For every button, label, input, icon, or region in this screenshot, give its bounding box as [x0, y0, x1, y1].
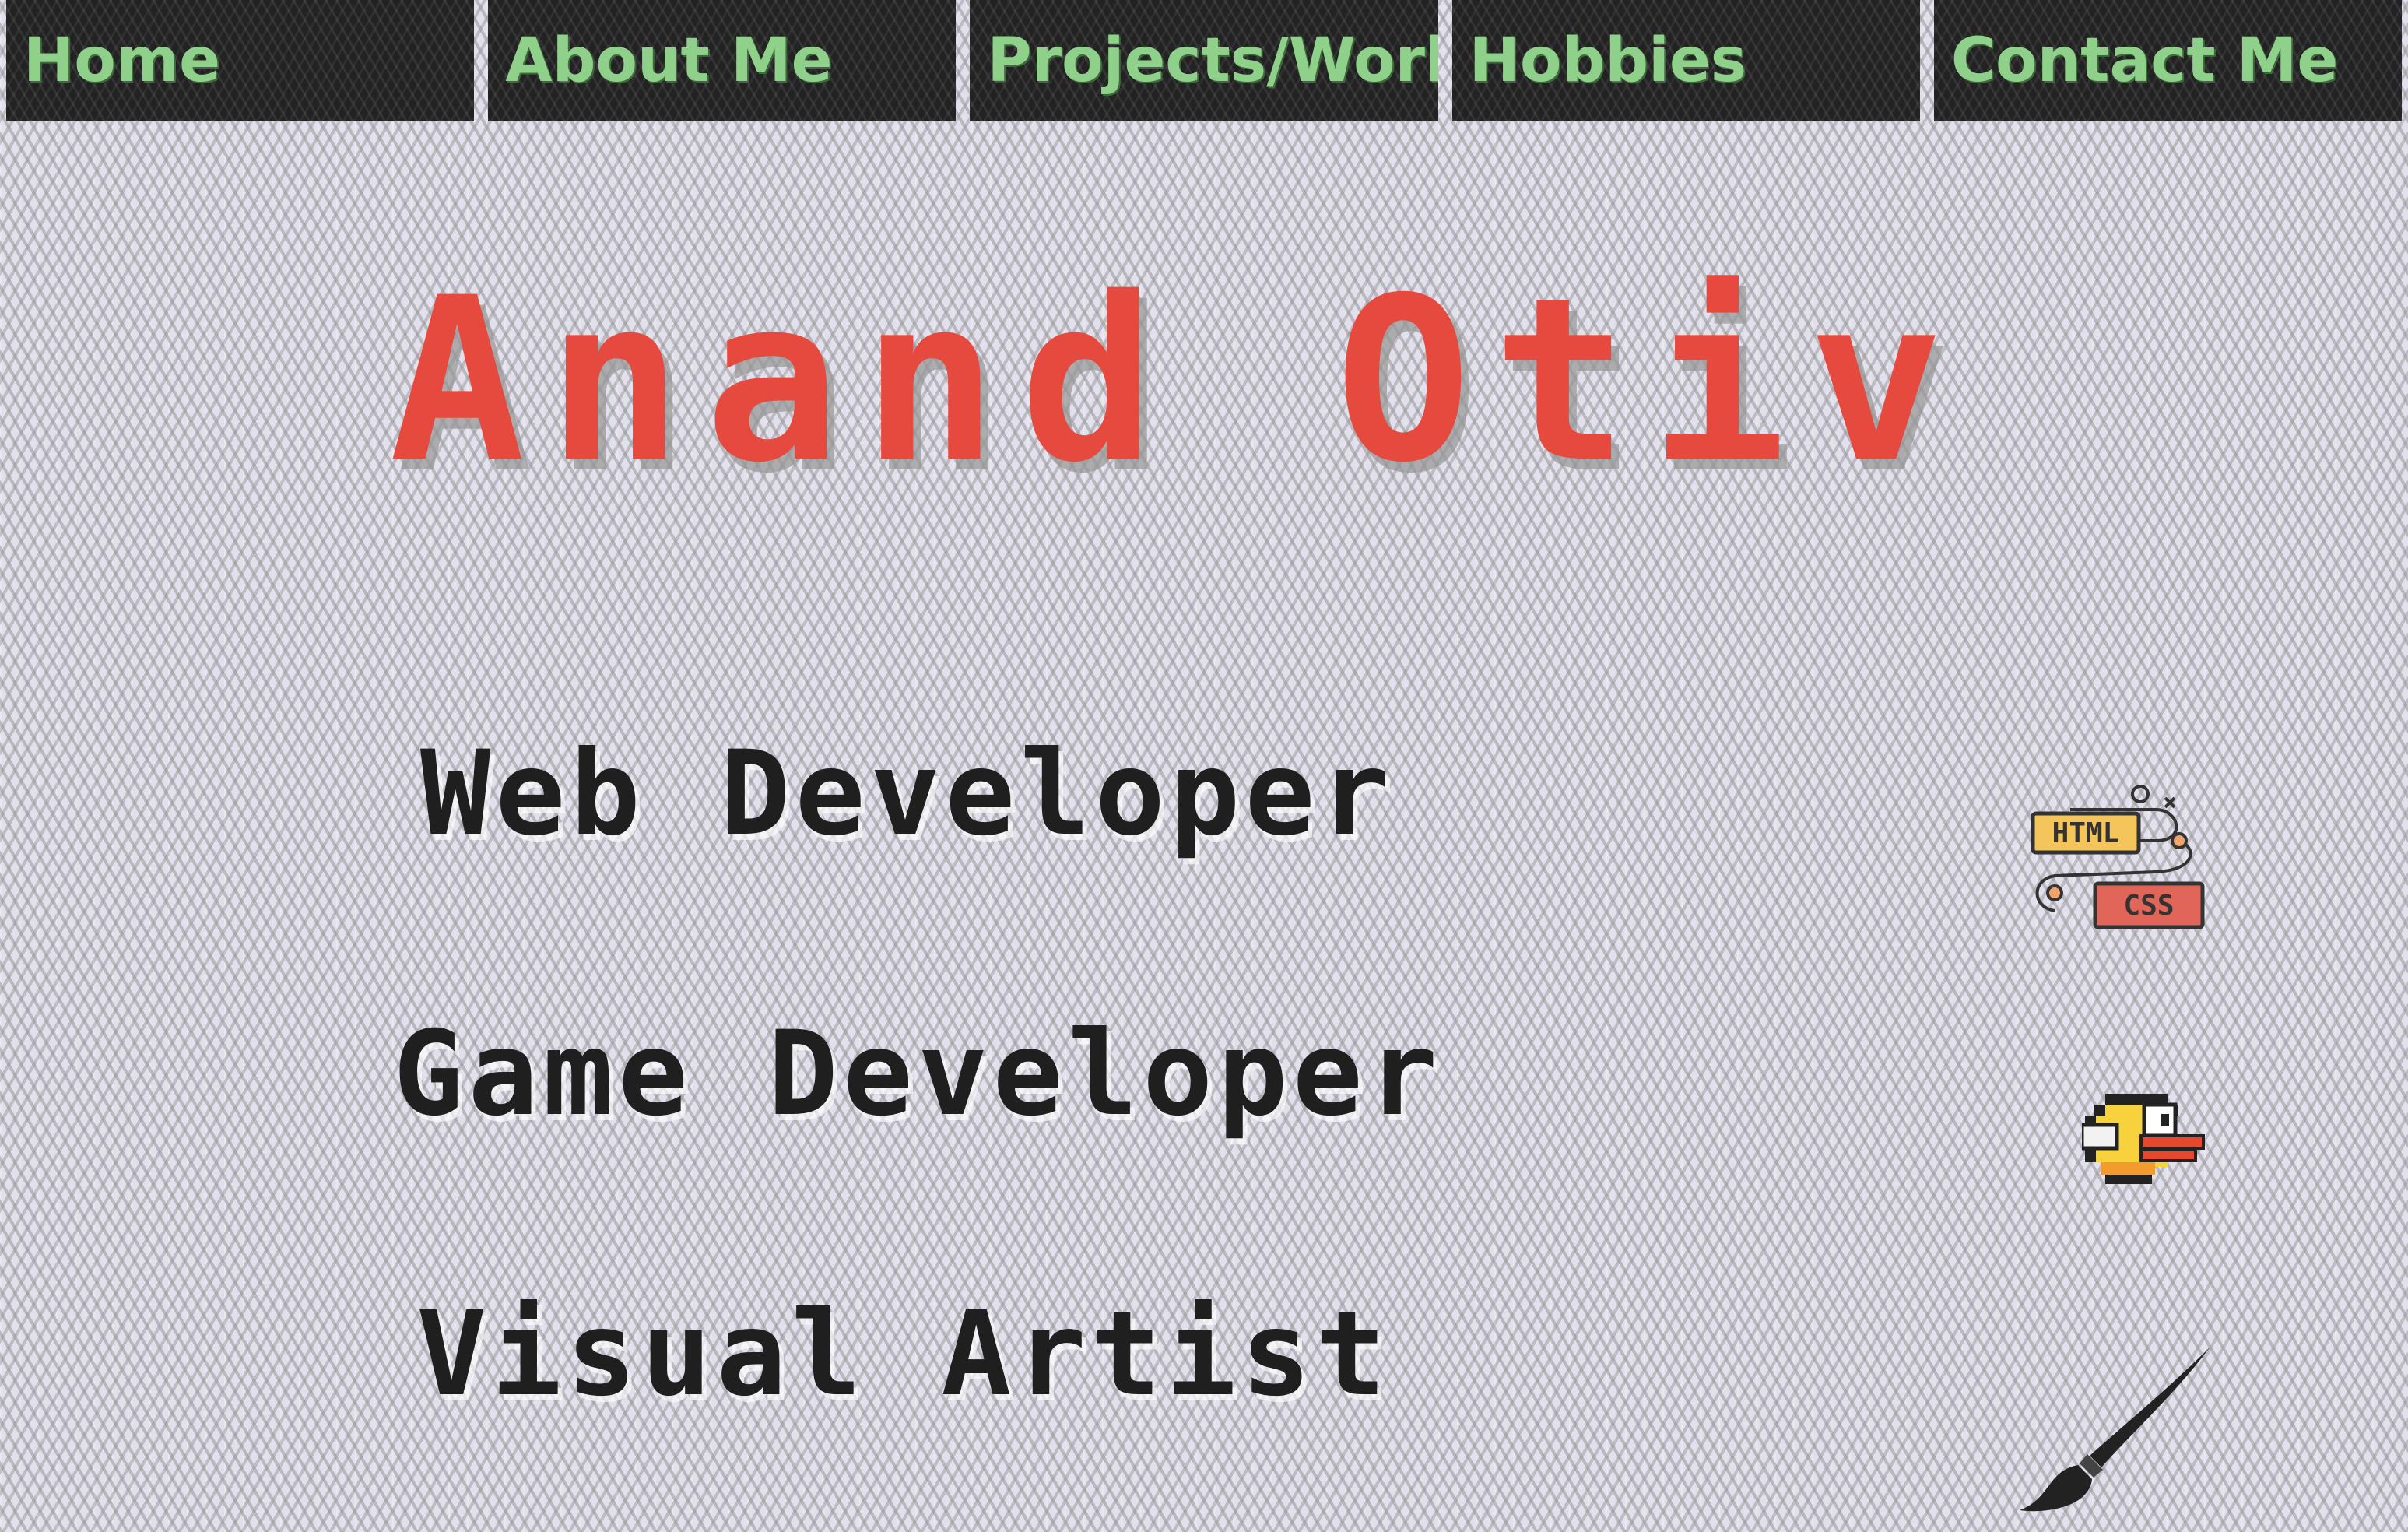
- paintbrush-icon: [2016, 1339, 2218, 1518]
- top-navigation: Home About Me Projects/Work Hobbies Cont…: [0, 0, 2408, 126]
- html-label: HTML: [2052, 817, 2120, 849]
- css-label: CSS: [2123, 890, 2174, 922]
- flappy-bird-icon: [2080, 1086, 2210, 1195]
- hero-name: Anand Otiv: [389, 250, 1966, 512]
- nav-home[interactable]: Home: [6, 0, 475, 121]
- nav-hobbies[interactable]: Hobbies: [1452, 0, 1920, 121]
- html-css-icon: HTML CSS: [2024, 778, 2210, 942]
- nav-projects-work[interactable]: Projects/Work: [970, 0, 1438, 121]
- role-visual-artist: Visual Artist: [416, 1287, 1391, 1422]
- nav-about-me[interactable]: About Me: [488, 0, 957, 121]
- role-web-developer: Web Developer: [420, 726, 1395, 862]
- role-game-developer: Game Developer: [393, 1007, 1443, 1142]
- nav-contact-me[interactable]: Contact Me: [1934, 0, 2403, 121]
